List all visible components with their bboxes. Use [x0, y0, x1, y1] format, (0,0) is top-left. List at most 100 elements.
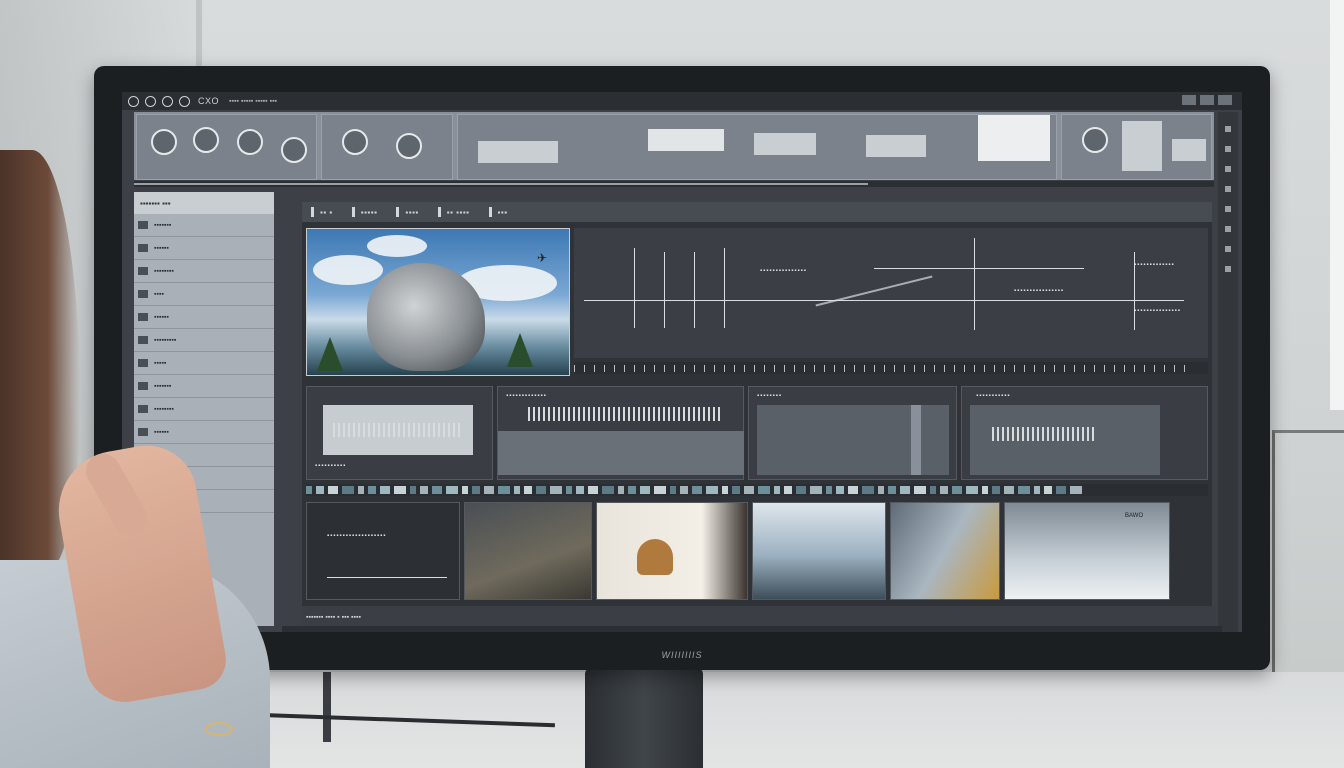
rail-icon[interactable]	[1225, 166, 1231, 172]
ruler-tick	[1024, 364, 1025, 372]
color-block	[588, 486, 598, 494]
left-panel-item-label: ▪▪▪▪▪	[154, 359, 167, 367]
dial-icon[interactable]	[1081, 127, 1108, 153]
marker-line[interactable]	[724, 248, 725, 328]
cable-post	[323, 672, 331, 742]
color-strip[interactable]	[306, 484, 1208, 496]
rail-icon[interactable]	[1225, 186, 1231, 192]
preview-strip[interactable]	[456, 114, 1057, 180]
timeline-graph[interactable]: ▪▪▪▪▪▪▪▪▪▪▪▪▪▪▪ ▪▪▪▪▪▪▪▪▪▪▪▪▪▪▪▪ ▪▪▪▪▪▪▪…	[574, 228, 1208, 358]
dial-icon[interactable]	[342, 129, 369, 155]
file-icon	[138, 244, 148, 252]
thumbnail[interactable]: ▪▪▪▪▪▪▪▪▪▪▪▪▪▪▪▪▪▪▪	[306, 502, 460, 600]
toolbar-label[interactable]: ▪▪▪▪▪	[361, 208, 378, 217]
clip-row: ▪▪▪▪▪▪▪▪▪▪ ▪▪▪▪▪▪▪▪▪▪▪▪▪ ▪▪▪▪▪▪▪▪ ▪▪▪▪▪▪…	[306, 386, 1208, 480]
ruler-tick	[1164, 364, 1165, 372]
clip[interactable]: ▪▪▪▪▪▪▪▪▪▪▪▪▪	[497, 386, 745, 480]
output-panel[interactable]	[1060, 114, 1213, 180]
dial-icon[interactable]	[237, 129, 263, 155]
left-panel-item[interactable]: ▪▪▪▪▪▪▪▪	[134, 398, 274, 421]
left-panel-item[interactable]: ▪▪▪▪▪▪▪	[134, 375, 274, 398]
maximize-icon[interactable]	[1200, 95, 1214, 105]
toolbar-tick	[437, 207, 441, 217]
render-progress	[134, 181, 1214, 187]
back-icon[interactable]	[128, 95, 139, 107]
left-panel-item[interactable]: ▪▪▪▪▪▪▪▪	[134, 260, 274, 283]
circle-icon[interactable]	[145, 95, 156, 107]
thumbnail[interactable]	[596, 502, 748, 600]
toolbar-tick	[396, 207, 400, 217]
image-viewer[interactable]: ✈	[306, 228, 570, 376]
ruler-tick	[734, 364, 735, 372]
left-panel-item-label: ▪▪▪▪▪▪	[154, 244, 169, 252]
color-block	[848, 486, 858, 494]
clip-handle[interactable]	[911, 405, 922, 475]
circle-icon[interactable]	[162, 95, 173, 107]
rail-icon[interactable]	[1225, 246, 1231, 252]
toolbar-label[interactable]: ▪▪ ▪	[320, 208, 333, 217]
clip[interactable]: ▪▪▪▪▪▪▪▪▪▪▪	[961, 386, 1208, 480]
left-panel-item[interactable]: ▪▪▪▪	[134, 283, 274, 306]
close-icon[interactable]	[1218, 95, 1232, 105]
color-block	[524, 486, 532, 494]
left-panel-item[interactable]: ▪▪▪▪▪▪	[134, 306, 274, 329]
dial-icon[interactable]	[396, 133, 423, 159]
color-block	[420, 486, 428, 494]
rail-icon[interactable]	[1225, 266, 1231, 272]
timeline-ruler[interactable]	[574, 362, 1208, 374]
left-panel-item[interactable]: ▪▪▪▪▪▪▪▪▪	[134, 329, 274, 352]
ruler-tick	[804, 364, 805, 372]
thumbnail[interactable]	[752, 502, 886, 600]
left-panel-item[interactable]: ▪▪▪▪▪	[134, 352, 274, 375]
circle-icon[interactable]	[179, 95, 190, 107]
ruler-tick	[874, 364, 875, 372]
preview-slot[interactable]	[647, 129, 724, 151]
toolbar-label[interactable]: ▪▪ ▪▪▪▪	[447, 208, 470, 217]
left-panel-item[interactable]: ▪▪▪▪▪▪	[134, 237, 274, 260]
marker-line[interactable]	[664, 252, 665, 328]
marker-line[interactable]	[974, 238, 975, 330]
file-icon	[138, 290, 148, 298]
clip-label: ▪▪▪▪▪▪▪▪	[757, 393, 783, 399]
preview-slot[interactable]	[753, 133, 816, 155]
ruler-tick	[604, 364, 605, 372]
left-panel-item[interactable]: ▪▪▪▪▪▪▪	[134, 214, 274, 237]
thumbnail[interactable]	[464, 502, 592, 600]
marker-line[interactable]	[634, 248, 635, 328]
color-block	[836, 486, 844, 494]
dial-icon[interactable]	[193, 127, 219, 153]
rail-icon[interactable]	[1225, 226, 1231, 232]
menu-text[interactable]: ▪▪▪▪ ▪▪▪▪▪ ▪▪▪▪▪ ▪▪▪	[229, 98, 277, 105]
effects-panel[interactable]	[136, 114, 318, 180]
dial-icon[interactable]	[281, 137, 307, 163]
ruler-tick	[974, 364, 975, 372]
timeline-annotation: ▪▪▪▪▪▪▪▪▪▪▪▪▪▪▪▪	[1014, 288, 1065, 294]
rail-icon[interactable]	[1225, 146, 1231, 152]
minimize-icon[interactable]	[1182, 95, 1196, 105]
color-block	[380, 486, 390, 494]
clip[interactable]: ▪▪▪▪▪▪▪▪	[748, 386, 958, 480]
dial-icon[interactable]	[151, 129, 177, 155]
ruler-tick	[934, 364, 935, 372]
ruler-tick	[694, 364, 695, 372]
ruler-tick	[1124, 364, 1125, 372]
monitor-brand: WIIIIIIIS	[661, 650, 703, 660]
ruler-tick	[654, 364, 655, 372]
preview-slot[interactable]	[477, 141, 558, 163]
rail-icon[interactable]	[1225, 206, 1231, 212]
marker-line[interactable]	[694, 252, 695, 328]
curve-line	[874, 268, 1084, 269]
rail-icon[interactable]	[1225, 126, 1231, 132]
preview-slot[interactable]	[865, 135, 926, 157]
toolbar-label[interactable]: ▪▪▪▪	[405, 208, 418, 217]
color-block	[900, 486, 910, 494]
thumbnail[interactable]: BAWO	[1004, 502, 1170, 600]
clip[interactable]: ▪▪▪▪▪▪▪▪▪▪	[306, 386, 494, 480]
toolbar-label[interactable]: ▪▪▪	[498, 208, 508, 217]
thumbnail[interactable]	[890, 502, 1000, 600]
preview-slot[interactable]	[977, 115, 1050, 161]
left-panel-item[interactable]: ▪▪▪▪▪▪	[134, 421, 274, 444]
effects-panel-2[interactable]	[321, 114, 453, 180]
left-panel-item-label: ▪▪▪▪▪▪▪▪▪	[154, 336, 177, 344]
clip-label: ▪▪▪▪▪▪▪▪▪▪▪	[976, 393, 1011, 399]
